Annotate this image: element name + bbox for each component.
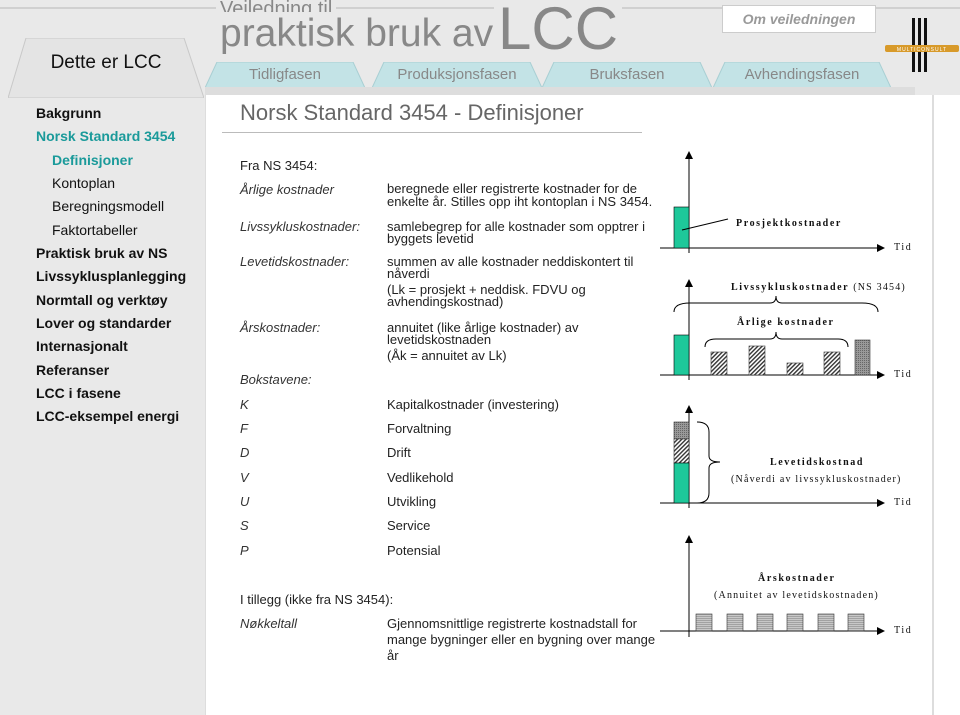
- annual-cost-bar: [786, 362, 804, 376]
- annuity-bar: [847, 613, 865, 632]
- diagram-panel-present-value: Levetidskostnad (Nåverdi av livssyklusko…: [660, 405, 912, 508]
- diagram-panel-project: Prosjektkostnader Tid: [660, 151, 912, 253]
- disposal-cost-bar: [854, 339, 871, 376]
- axis-label-tid: Tid: [894, 625, 912, 636]
- label-arlige-kostnader: Årlige kostnader: [737, 316, 835, 328]
- annuity-bar: [786, 613, 804, 632]
- axis-label-tid: Tid: [894, 242, 912, 253]
- annuity-bar: [726, 613, 744, 632]
- diagram-panel-lifecycle: Livssykluskostnader (NS 3454) Årlige kost…: [660, 279, 912, 380]
- stack-project: [673, 462, 690, 504]
- sublabel-naverdi: (Nåverdi av livssykluskostnader): [731, 474, 902, 485]
- annual-cost-bar: [748, 345, 766, 376]
- annual-cost-bar: [823, 351, 841, 376]
- annuity-bar: [756, 613, 774, 632]
- axis-label-tid: Tid: [894, 369, 912, 380]
- project-cost-bar: [673, 206, 690, 249]
- label-prosjektkostnader: Prosjektkostnader: [736, 218, 842, 229]
- label-levetidskostnad: Levetidskostnad: [770, 457, 864, 468]
- brace: [673, 295, 879, 313]
- annual-cost-bar: [710, 351, 728, 376]
- stack-annual: [673, 438, 690, 464]
- label-livssykluskostnader: Livssykluskostnader (NS 3454): [731, 282, 906, 293]
- diagram-panel-annual: Årskostnader (Annuitet av levetidskostna…: [660, 535, 912, 637]
- annuity-bar: [695, 613, 713, 632]
- annuity-bar: [817, 613, 835, 632]
- label-arskostnader: Årskostnader: [758, 572, 836, 584]
- stack-disposal: [673, 421, 690, 440]
- sublabel-annuitet: (Annuitet av levetidskostnaden): [714, 590, 879, 601]
- brace: [696, 421, 721, 504]
- brace: [704, 331, 849, 348]
- project-cost-bar: [673, 334, 690, 376]
- lcc-cost-diagram: Prosjektkostnader Tid Livssykluskostnade…: [660, 151, 912, 637]
- axis-label-tid: Tid: [894, 497, 912, 508]
